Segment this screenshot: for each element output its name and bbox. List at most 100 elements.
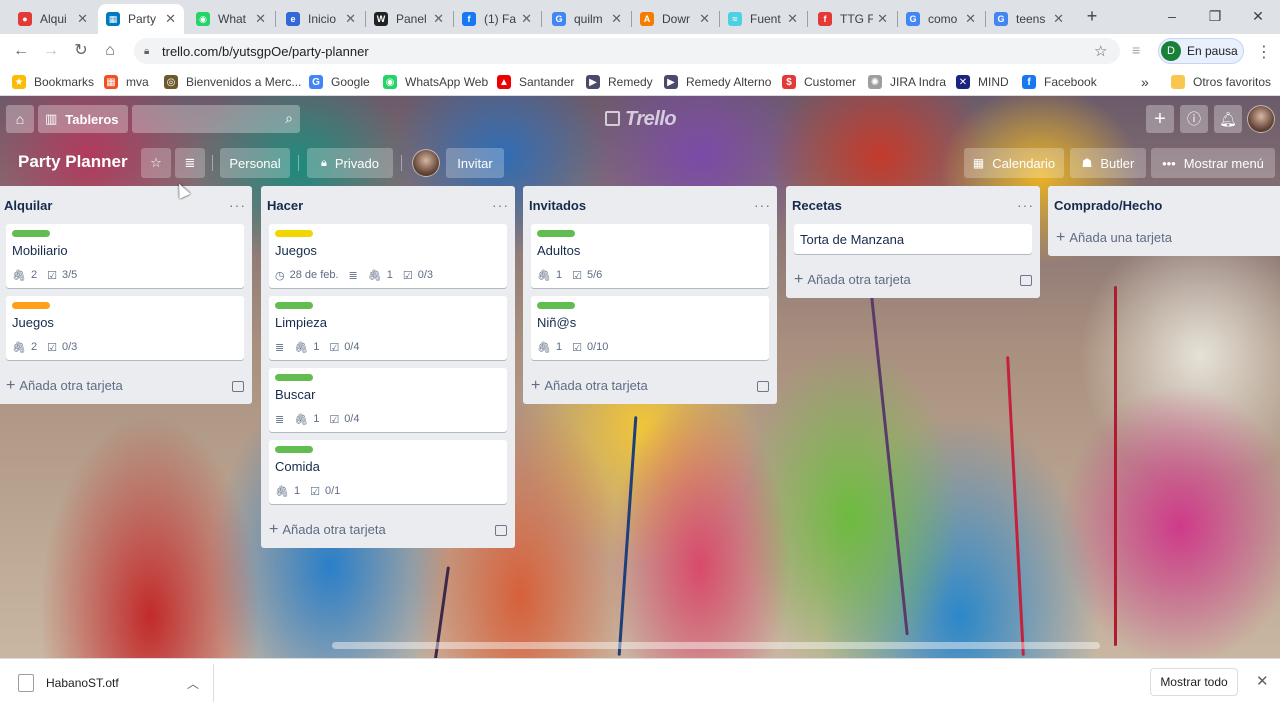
minimize-button[interactable]: – — [1158, 5, 1186, 27]
tab-8[interactable]: A Dowr ✕ — [632, 4, 718, 34]
bookmark-item[interactable]: ★ Bookmarks — [12, 74, 94, 90]
list-menu-icon[interactable]: ··· — [492, 197, 509, 213]
tab-close-icon[interactable]: ✕ — [965, 11, 976, 27]
new-tab-button[interactable]: + — [1082, 6, 1102, 26]
tab-close-icon[interactable]: ✕ — [165, 11, 176, 27]
bookmark-item[interactable]: ◉ WhatsApp Web — [383, 74, 488, 90]
template-icon[interactable] — [232, 380, 244, 392]
template-icon[interactable] — [1020, 274, 1032, 286]
list-header[interactable]: Recetas ··· — [786, 186, 1040, 224]
star-board-button[interactable]: ☆ — [141, 148, 171, 178]
tab-close-icon[interactable]: ✕ — [787, 11, 798, 27]
show-all-downloads-button[interactable]: Mostrar todo — [1150, 668, 1238, 696]
card-label[interactable] — [537, 302, 575, 309]
tab-6[interactable]: f (1) Fa ✕ — [454, 4, 540, 34]
add-card-button[interactable]: + Añada otra tarjeta — [0, 368, 252, 404]
tab-close-icon[interactable]: ✕ — [877, 11, 888, 27]
profile-button[interactable]: D En pausa — [1158, 38, 1244, 64]
list-title[interactable]: Comprado/Hecho — [1054, 198, 1162, 213]
butler-button[interactable]: ☗ Butler — [1070, 148, 1146, 178]
card[interactable]: Niñ@s 🖇︎ 1 ☑ 0/10 — [531, 296, 769, 360]
close-download-bar-icon[interactable]: ✕ — [1256, 672, 1269, 690]
tab-3[interactable]: ◉ What ✕ — [188, 4, 274, 34]
tab-close-icon[interactable]: ✕ — [255, 11, 266, 27]
tab-close-icon[interactable]: ✕ — [77, 11, 88, 27]
list-header[interactable]: Invitados ··· — [523, 186, 777, 224]
due-date-badge[interactable]: ◷ 28 de feb. — [275, 269, 339, 282]
close-window-button[interactable]: ✕ — [1244, 5, 1272, 27]
card-label[interactable] — [12, 302, 50, 309]
bookmark-star-icon[interactable]: ☆ — [1094, 42, 1107, 60]
list-menu-icon[interactable]: ··· — [229, 197, 246, 213]
list-header[interactable]: Comprado/Hecho··· — [1048, 186, 1280, 224]
list-header[interactable]: Alquilar ··· — [0, 186, 252, 224]
board-title[interactable]: Party Planner — [18, 152, 128, 172]
download-item[interactable]: HabanoST.otf ︿ — [0, 664, 214, 702]
bookmark-item[interactable]: $ Customer — [782, 74, 856, 90]
member-avatar[interactable] — [412, 149, 440, 177]
tab-close-icon[interactable]: ✕ — [1053, 11, 1064, 27]
calendar-button[interactable]: ▦ Calendario — [964, 148, 1064, 178]
reading-list-icon[interactable]: ≡ — [1132, 42, 1140, 58]
address-bar[interactable]: 🔒︎ trello.com/b/yutsgpOe/party-planner — [134, 38, 1120, 64]
tab-5[interactable]: W Panel ✕ — [366, 4, 452, 34]
tab-4[interactable]: e Inicio ✕ — [278, 4, 364, 34]
bookmark-item[interactable]: ▲ Santander — [497, 74, 574, 90]
list-title[interactable]: Hacer — [267, 198, 303, 213]
bookmark-item[interactable]: G Google — [309, 74, 370, 90]
bookmarks-more-button[interactable]: » — [1141, 74, 1149, 90]
bookmark-item[interactable]: ◎ Bienvenidos a Merc... — [164, 74, 301, 90]
bookmark-item[interactable]: ✕ MIND — [956, 74, 1009, 90]
template-icon[interactable] — [757, 380, 769, 392]
card[interactable]: Buscar ≣ 🖇︎ 1 ☑ 0/4 — [269, 368, 507, 432]
card[interactable]: Comida 🖇︎ 1 ☑ 0/1 — [269, 440, 507, 504]
notifications-button[interactable]: 🔔︎ — [1214, 105, 1242, 133]
tab-close-icon[interactable]: ✕ — [699, 11, 710, 27]
bookmark-item[interactable]: ▦ mva — [104, 74, 149, 90]
chevron-up-icon[interactable]: ︿ — [187, 675, 199, 692]
tab-7[interactable]: Gquilm ✕ — [544, 4, 630, 34]
tab-11[interactable]: Gcomo ✕ — [898, 4, 984, 34]
board-view-button[interactable]: ≣ — [175, 148, 205, 178]
reload-icon[interactable]: ↻ — [70, 40, 92, 62]
add-card-button[interactable]: + Añada otra tarjeta — [523, 368, 777, 404]
tab-9[interactable]: ≈ Fuent ✕ — [720, 4, 806, 34]
tab-close-icon[interactable]: ✕ — [611, 11, 622, 27]
board-scrollbar[interactable] — [0, 640, 1280, 650]
invite-button[interactable]: Invitar — [446, 148, 504, 178]
card[interactable]: Mobiliario 🖇︎ 2 ☑ 3/5 — [6, 224, 244, 288]
user-avatar[interactable] — [1247, 105, 1275, 133]
list-menu-icon[interactable]: ··· — [754, 197, 771, 213]
list-title[interactable]: Alquilar — [4, 198, 52, 213]
card-label[interactable] — [275, 302, 313, 309]
card-label[interactable] — [12, 230, 50, 237]
card[interactable]: Juegos 🖇︎ 2 ☑ 0/3 — [6, 296, 244, 360]
card[interactable]: Limpieza ≣ 🖇︎ 1 ☑ 0/4 — [269, 296, 507, 360]
template-icon[interactable] — [495, 524, 507, 536]
add-card-button[interactable]: + Añada una tarjeta — [1048, 220, 1280, 256]
card-label[interactable] — [275, 374, 313, 381]
visibility-button[interactable]: 🔒︎ Privado — [307, 148, 393, 178]
trello-logo[interactable]: Trello — [605, 108, 677, 131]
tab-2[interactable]: ▦ Party ✕ — [98, 4, 184, 34]
tab-1[interactable]: ● Alqui ✕ — [10, 4, 96, 34]
add-card-button[interactable]: + Añada otra tarjeta — [261, 512, 515, 548]
list-title[interactable]: Recetas — [792, 198, 842, 213]
card-label[interactable] — [537, 230, 575, 237]
maximize-button[interactable]: ❐ — [1201, 5, 1229, 27]
show-menu-button[interactable]: ••• Mostrar menú — [1151, 148, 1275, 178]
home-button[interactable]: ⌂ — [6, 105, 34, 133]
team-button[interactable]: Personal — [220, 148, 290, 178]
card-label[interactable] — [275, 230, 313, 237]
tab-close-icon[interactable]: ✕ — [433, 11, 444, 27]
list-menu-icon[interactable]: ··· — [1017, 197, 1034, 213]
boards-button[interactable]: ▥ Tableros — [38, 105, 128, 133]
chrome-menu-icon[interactable]: ⋮ — [1256, 42, 1272, 62]
card-label[interactable] — [275, 446, 313, 453]
tab-close-icon[interactable]: ✕ — [345, 11, 356, 27]
bookmark-item[interactable]: ✺ JIRA Indra — [868, 74, 946, 90]
info-button[interactable]: ⓘ — [1180, 105, 1208, 133]
back-icon[interactable]: ← — [10, 40, 32, 62]
scrollbar-thumb[interactable] — [332, 642, 1100, 649]
tab-close-icon[interactable]: ✕ — [521, 11, 532, 27]
